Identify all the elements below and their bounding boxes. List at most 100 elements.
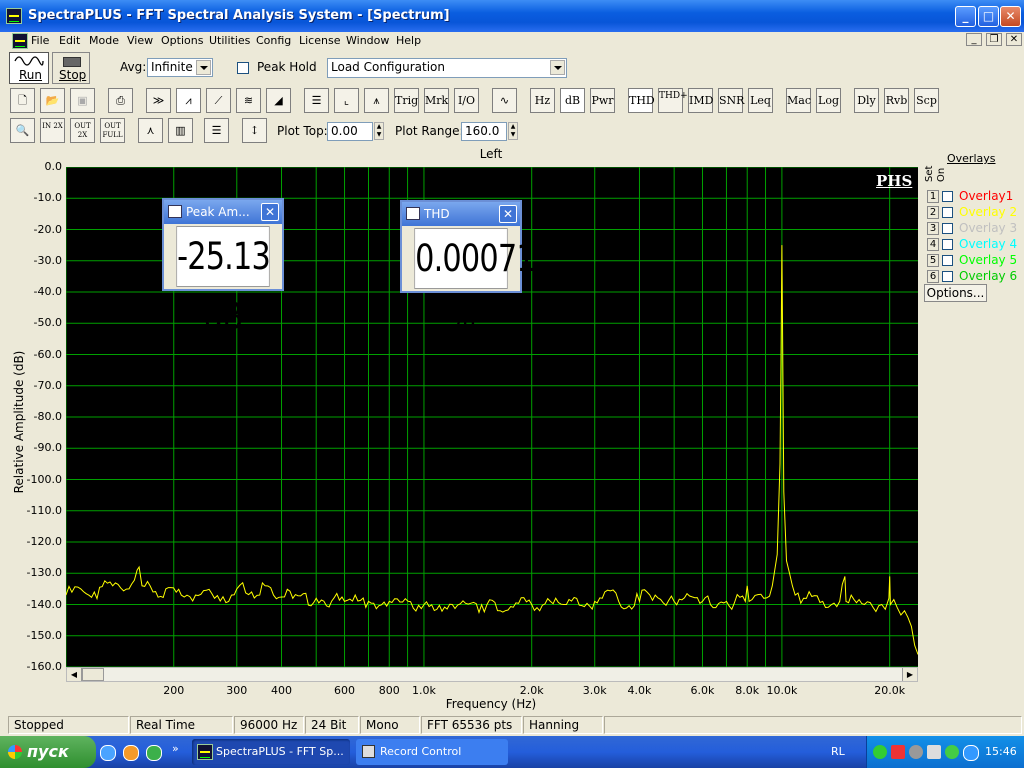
peak-amplitude-meter[interactable]: Peak Am... ✕ -25.13 dB xyxy=(162,198,284,338)
plot-top-input[interactable]: 0.00 xyxy=(327,122,373,141)
rvb-button[interactable]: Rvb xyxy=(884,88,909,113)
overlay-on-checkbox[interactable] xyxy=(942,239,953,250)
quicklaunch-media-icon[interactable] xyxy=(123,745,139,761)
plot-range-spinner[interactable]: ▲ ▼ xyxy=(508,122,518,140)
overlay-set-button[interactable]: 6 xyxy=(927,270,939,283)
mdi-restore-button[interactable]: ❐ xyxy=(986,33,1002,46)
quicklaunch-ie-icon[interactable] xyxy=(100,745,116,761)
tray-app-icon[interactable] xyxy=(963,745,979,761)
dly-button[interactable]: Dly xyxy=(854,88,879,113)
menu-license[interactable]: License xyxy=(299,32,340,49)
plot-top-value: 0.00 xyxy=(331,124,358,138)
windows-logo-icon xyxy=(8,745,22,759)
peak-hold-checkbox[interactable] xyxy=(237,62,249,74)
scroll-left-icon[interactable]: ◀ xyxy=(67,668,82,681)
print-button[interactable]: ⎙ xyxy=(108,88,133,113)
pwr-button[interactable]: Pwr xyxy=(590,88,615,113)
language-indicator[interactable]: RL xyxy=(831,745,845,758)
tray-network-icon[interactable] xyxy=(873,745,887,759)
task-spectraplus[interactable]: SpectraPLUS - FFT Sp... xyxy=(192,739,350,765)
overlay-on-checkbox[interactable] xyxy=(942,255,953,266)
3d-surface-button[interactable]: ◢ xyxy=(266,88,291,113)
zoom-out-2x-button[interactable]: OUT 2X xyxy=(70,118,95,143)
quicklaunch-app-icon[interactable] xyxy=(146,745,162,761)
table-button[interactable]: ☰ xyxy=(204,118,229,143)
overlay-on-checkbox[interactable] xyxy=(942,223,953,234)
overlay-set-button[interactable]: 5 xyxy=(927,254,939,267)
tray-antivirus-icon[interactable] xyxy=(891,745,905,759)
overlay-set-button[interactable]: 1 xyxy=(927,190,939,203)
menu-config[interactable]: Config xyxy=(256,32,291,49)
menu-window[interactable]: Window xyxy=(346,32,389,49)
clock[interactable]: 15:46 xyxy=(985,745,1017,758)
overlay-set-button[interactable]: 2 xyxy=(927,206,939,219)
axis-button[interactable]: ⌞ xyxy=(334,88,359,113)
thd-button[interactable]: THD xyxy=(628,88,655,113)
scroll-thumb[interactable] xyxy=(82,668,104,681)
overlay-set-button[interactable]: 3 xyxy=(927,222,939,235)
config-select[interactable]: Load Configuration xyxy=(327,58,567,78)
chevron-down-icon[interactable] xyxy=(196,60,211,75)
overlay-set-button[interactable]: 4 xyxy=(927,238,939,251)
chevron-down-icon[interactable] xyxy=(550,60,565,75)
quicklaunch-more-icon[interactable]: » xyxy=(172,742,179,755)
plot-range-input[interactable]: 160.0 xyxy=(461,122,507,141)
horizontal-scrollbar[interactable]: ◀ ▶ xyxy=(66,667,918,682)
task-record-control[interactable]: Record Control xyxy=(356,739,508,765)
spectrum-mode-button[interactable]: ⩘ xyxy=(176,88,201,113)
x-tick-label: 400 xyxy=(271,684,292,697)
trig-button[interactable]: Trig xyxy=(394,88,419,113)
scp-button[interactable]: Scp xyxy=(914,88,939,113)
overlay-options-button[interactable]: Options... xyxy=(924,284,987,302)
snr-button[interactable]: SNR xyxy=(718,88,744,113)
weighting-button[interactable]: ⩚ xyxy=(364,88,389,113)
spectrogram-button[interactable]: ≋ xyxy=(236,88,261,113)
spectrum-icon: ⩘ xyxy=(185,94,192,107)
plot-top-spinner[interactable]: ▲ ▼ xyxy=(374,122,384,140)
imd-button[interactable]: IMD xyxy=(688,88,713,113)
hz-button[interactable]: Hz xyxy=(530,88,555,113)
tray-usb-icon[interactable] xyxy=(909,745,923,759)
peak-icon: ⋏ xyxy=(146,124,155,137)
thd-meter[interactable]: THD ✕ 0.00071 % xyxy=(400,200,536,340)
close-button[interactable]: ✕ xyxy=(1000,6,1021,27)
log-button[interactable]: Log xyxy=(816,88,841,113)
mac-button[interactable]: Mac xyxy=(786,88,811,113)
menu-utilities[interactable]: Utilities xyxy=(209,32,250,49)
peak-mode-button[interactable]: ⋏ xyxy=(138,118,163,143)
save-button[interactable]: ▣ xyxy=(70,88,95,113)
menu-edit[interactable]: Edit xyxy=(59,32,80,49)
thd-meter-close-button[interactable]: ✕ xyxy=(499,205,517,223)
overlay-on-checkbox[interactable] xyxy=(942,191,953,202)
time-series-button[interactable]: ⟋ xyxy=(206,88,231,113)
fast-forward-button[interactable]: ≫ xyxy=(146,88,171,113)
avg-select[interactable]: Infinite xyxy=(147,58,213,77)
menu-view[interactable]: View xyxy=(127,32,153,49)
menu-options[interactable]: Options xyxy=(161,32,203,49)
signal-generator-button[interactable]: ∿ xyxy=(492,88,517,113)
title-bar[interactable]: SpectraPLUS - FFT Spectral Analysis Syst… xyxy=(0,0,1024,32)
peak-meter-close-button[interactable]: ✕ xyxy=(261,203,279,221)
scroll-right-icon[interactable]: ▶ xyxy=(902,668,917,681)
tray-update-icon[interactable] xyxy=(945,745,959,759)
maximize-button[interactable]: □ xyxy=(978,6,999,27)
db-button[interactable]: dB xyxy=(560,88,585,113)
mdi-minimize-button[interactable]: _ xyxy=(966,33,982,46)
minimize-button[interactable]: _ xyxy=(955,6,976,27)
overlay-on-checkbox[interactable] xyxy=(942,271,953,282)
zoom-full-button[interactable]: OUT FULL xyxy=(100,118,125,143)
leq-button[interactable]: Leq xyxy=(748,88,773,113)
list-button[interactable]: ☰ xyxy=(304,88,329,113)
menu-help[interactable]: Help xyxy=(396,32,421,49)
start-button[interactable]: пуск xyxy=(0,736,96,768)
auto-scale-button[interactable]: ↕ xyxy=(242,118,267,143)
y-tick-label: -50.0 xyxy=(33,316,62,330)
overlay-on-checkbox[interactable] xyxy=(942,207,953,218)
io-button[interactable]: I/O xyxy=(454,88,479,113)
bar-mode-button[interactable]: ▥ xyxy=(168,118,193,143)
mrk-button[interactable]: Mrk xyxy=(424,88,449,113)
tray-volume-icon[interactable] xyxy=(927,745,941,759)
menu-mode[interactable]: Mode xyxy=(89,32,119,49)
thdn-button[interactable]: THD+N xyxy=(658,88,695,113)
mdi-close-button[interactable]: ✕ xyxy=(1006,33,1022,46)
